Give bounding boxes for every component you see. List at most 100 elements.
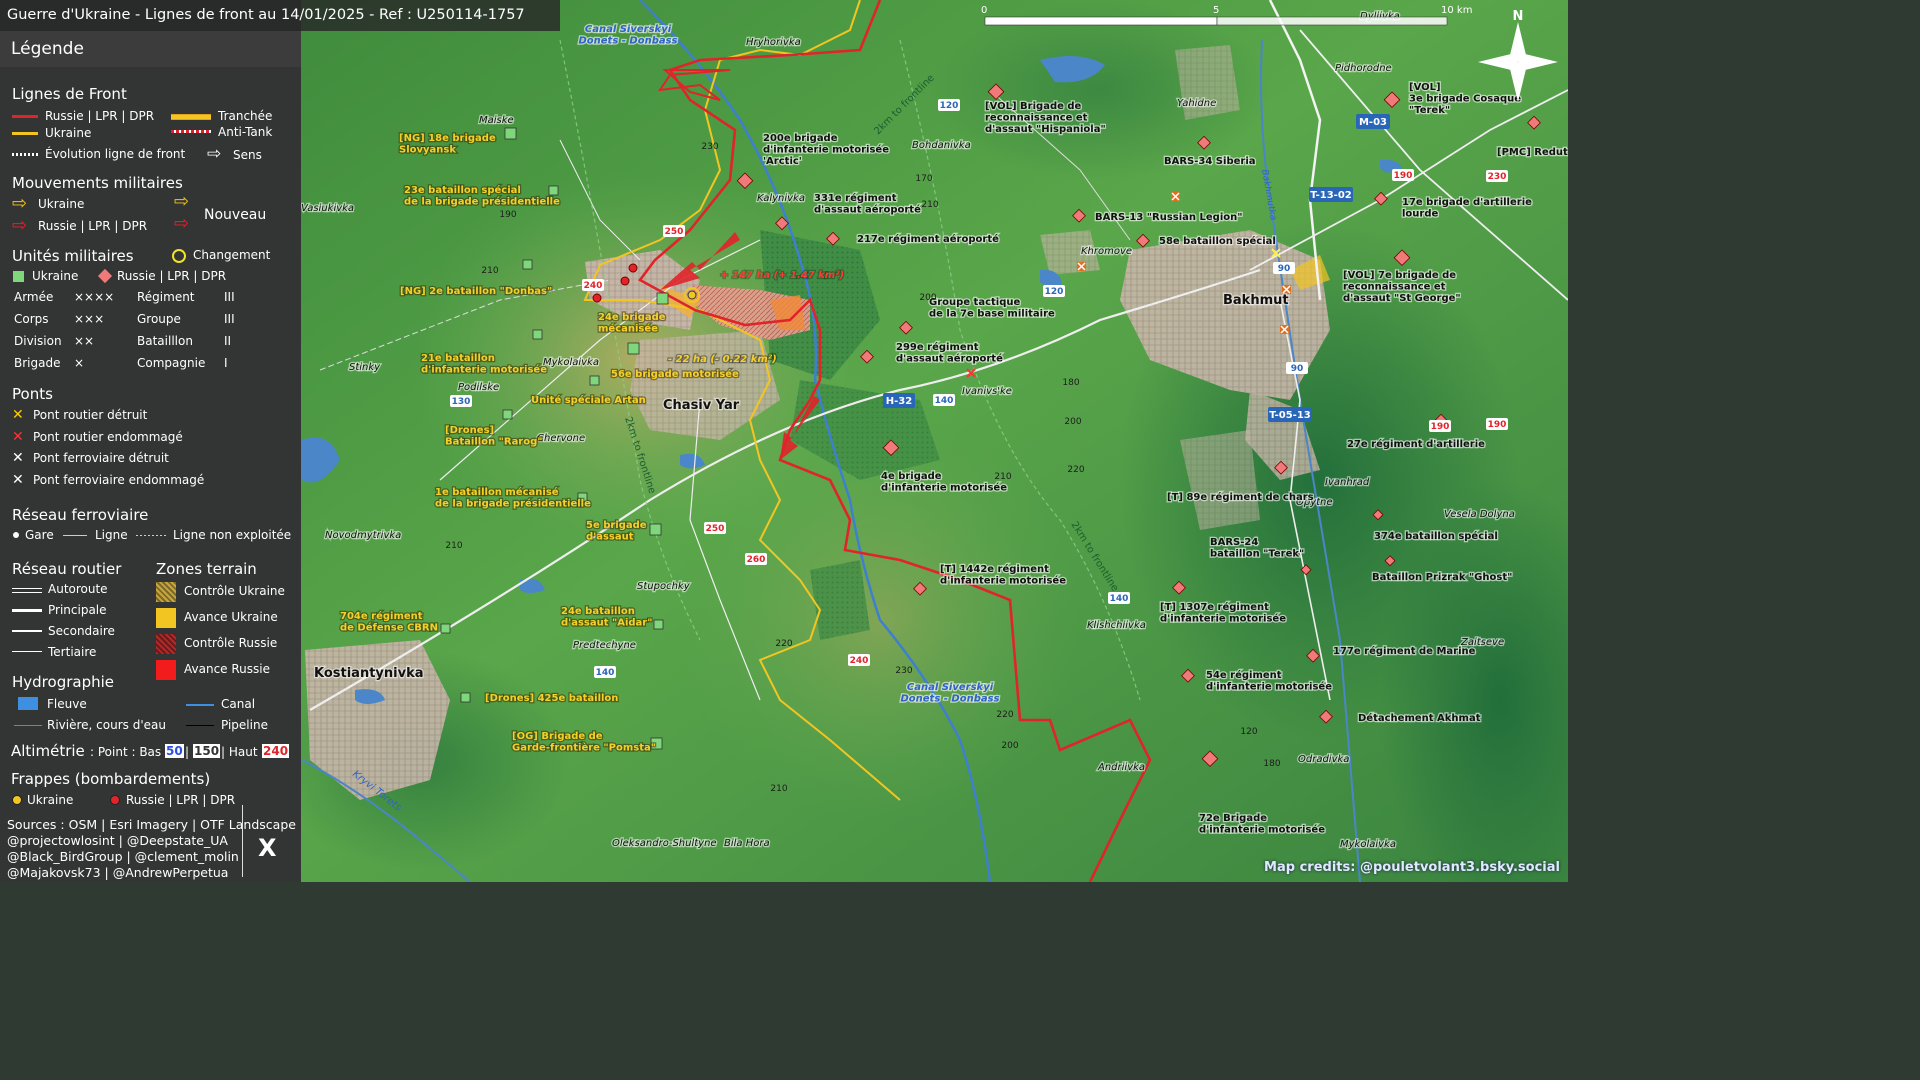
elevation-label: 220 <box>996 710 1013 720</box>
elevation-label: 190 <box>1488 420 1507 430</box>
svg-text:5: 5 <box>1213 5 1219 16</box>
russia-unit-label: 27e régiment d'artillerie <box>1347 438 1485 450</box>
legend-label-russia: Russie | LPR | DPR <box>45 109 155 123</box>
strike-russia[interactable] <box>620 276 630 286</box>
legend-swatch-antitank <box>171 130 211 133</box>
legend-section-moves: Mouvements militaires <box>12 174 183 192</box>
town-label: Oleksandro-Shultyne <box>612 838 717 849</box>
strike-russia[interactable] <box>628 263 638 273</box>
legend-swatch-ru-advance <box>156 660 176 680</box>
legend-label-zone-3: Avance Russie <box>184 662 270 676</box>
elevation-label: 230 <box>895 666 912 676</box>
strike-russia[interactable] <box>592 293 602 303</box>
legend-label-evolution: Évolution ligne de front <box>45 147 186 161</box>
ukraine-unit-label: [NG] 2e bataillon "Donbas" <box>400 286 552 297</box>
unit-echelon-label: Régiment <box>137 290 195 304</box>
map-canvas[interactable]: H-32 T-05-13 T-13-02 M-03 Chasiv Yar Bakh… <box>301 0 1568 882</box>
svg-text:T-13-02: T-13-02 <box>1310 190 1352 201</box>
unit-echelon-label: Brigade <box>14 356 61 370</box>
ukraine-unit-marker[interactable] <box>589 375 600 386</box>
legend-section-bridges: Ponts <box>12 385 53 403</box>
town-label: Khromove <box>1081 246 1132 257</box>
legend-label-move-ukraine: Ukraine <box>38 197 85 211</box>
ukraine-unit-marker[interactable] <box>656 292 669 305</box>
russia-unit-label: [T] 89e régiment de chars <box>1167 491 1314 503</box>
gain-annotation: + 147 ha (+ 1.47 km²) <box>720 270 844 281</box>
russia-new-move-arrow-icon: ⇨ <box>174 213 190 234</box>
legend-label-rail-unused: Ligne non exploitée <box>173 528 292 542</box>
ukraine-unit-marker[interactable] <box>653 619 664 630</box>
town-label: Klishchiivka <box>1087 620 1146 631</box>
elevation-label: 120 <box>940 101 959 111</box>
ukraine-move-arrow-icon: ⇨ <box>12 193 28 214</box>
elevation-label: 240 <box>584 281 603 291</box>
ukraine-unit-marker[interactable] <box>460 692 471 703</box>
legend-section-units: Unités militaires <box>12 247 134 265</box>
ukraine-unit-marker[interactable] <box>504 127 517 140</box>
ukraine-unit-marker[interactable] <box>440 623 451 634</box>
map-credit[interactable]: Map credits: @pouletvolant3.bsky.social <box>1264 860 1560 875</box>
elevation-label: 260 <box>747 555 766 565</box>
ukraine-unit-marker[interactable] <box>649 523 662 536</box>
unit-echelon-symbol: × <box>74 356 85 370</box>
change-circle-icon <box>172 249 186 263</box>
legend-label-road-1: Principale <box>48 603 107 617</box>
legend-altimetry-point: : Point : Bas <box>90 745 162 759</box>
legend-label-unit-ukraine: Ukraine <box>32 269 79 283</box>
elevation-label: 200 <box>919 293 936 303</box>
ukraine-unit-marker[interactable] <box>522 259 533 270</box>
russia-unit-label: [T] 1307e régiment d'infanterie motorisée <box>1160 601 1286 625</box>
town-label: Stupochky <box>637 581 691 592</box>
town-label: Ivanhrad <box>1325 477 1370 488</box>
russia-unit-label: 177e régiment de Marine <box>1333 645 1476 657</box>
russia-unit-label: 217e régiment aéroporté <box>857 233 999 245</box>
ukraine-unit-marker[interactable] <box>502 409 513 420</box>
bridge-cross-icon: ✕ <box>12 428 24 445</box>
bridge-road-destroyed-icon[interactable] <box>1171 192 1180 201</box>
unit-echelon-symbol: III <box>224 290 235 304</box>
ukraine-unit-icon <box>13 271 24 282</box>
elevation-label: 170 <box>915 174 932 184</box>
legend-label-ukraine: Ukraine <box>45 126 92 140</box>
elevation-label: 230 <box>1488 172 1507 182</box>
x-logo-icon[interactable]: X <box>258 834 277 862</box>
ukraine-unit-marker[interactable] <box>532 329 543 340</box>
legend-altimetry-sep: | <box>185 745 190 759</box>
legend-label-station: Gare <box>25 528 54 542</box>
elevation-label: 190 <box>1431 422 1450 432</box>
russia-unit-label: BARS-34 Siberia <box>1164 156 1256 167</box>
legend-label-bridge: Pont routier détruit <box>33 408 148 422</box>
svg-text:10 km: 10 km <box>1441 5 1472 16</box>
legend-section-zones: Zones terrain <box>156 560 257 578</box>
town-label: Novodmytrivka <box>325 530 401 541</box>
ukraine-unit-marker[interactable] <box>548 185 559 196</box>
elevation-label: 220 <box>1067 465 1084 475</box>
russia-unit-label: [T] 1442e régiment d'infanterie motorisée <box>940 563 1066 587</box>
elevation-label: 210 <box>921 200 938 210</box>
sources-line: @projectowlosint | @Deepstate_UA <box>7 833 228 848</box>
elevation-label: 210 <box>770 784 787 794</box>
divider <box>242 805 243 877</box>
legend-swatch-ua-advance <box>156 608 176 628</box>
bridge-cross-icon: ✕ <box>12 407 24 423</box>
town-label: Bohdanivka <box>912 140 971 151</box>
legend-section-rail: Réseau ferroviaire <box>12 506 149 524</box>
strike-ukraine-icon <box>12 795 22 805</box>
bridge-road-destroyed-icon[interactable] <box>1077 262 1086 271</box>
ukraine-unit-marker[interactable] <box>627 342 640 355</box>
legend-label-move-new: Nouveau <box>204 207 267 223</box>
bridge-road-destroyed-icon[interactable] <box>1280 325 1289 334</box>
town-label: Podilske <box>458 382 499 393</box>
russia-unit-label: [VOL] 7e brigade de reconnaissance et d'as… <box>1343 270 1461 304</box>
legend-label-antitank: Anti-Tank <box>218 125 273 139</box>
elevation-label: 220 <box>775 639 792 649</box>
road-badge: T-05-13 <box>1268 407 1312 422</box>
unit-echelon-label: Division <box>14 334 62 348</box>
strike-ukraine[interactable] <box>687 290 697 300</box>
legend-altimetry-low: 50 <box>165 744 184 758</box>
town-label: Yahidne <box>1177 98 1216 109</box>
elevation-label: 130 <box>452 397 471 407</box>
elevation-label: 90 <box>1291 364 1304 374</box>
legend-label-strike-ukraine: Ukraine <box>27 793 74 807</box>
legend-label-bridge: Pont ferroviaire endommagé <box>33 472 205 487</box>
